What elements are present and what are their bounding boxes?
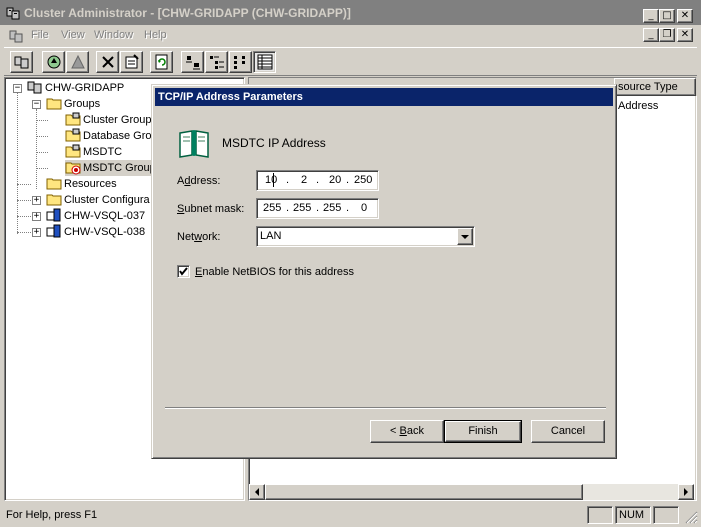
cluster-connect-icon[interactable]	[10, 51, 33, 73]
expand-groups-toggle[interactable]: −	[32, 100, 41, 109]
menu-bar: File View Window Help _ ❐ ✕	[0, 26, 701, 46]
refresh-icon[interactable]	[150, 51, 173, 73]
details-icon[interactable]	[253, 51, 276, 73]
expand-root-toggle[interactable]: −	[13, 84, 22, 93]
dialog-separator	[165, 407, 606, 409]
tree-label: Database Gro	[83, 130, 152, 142]
horizontal-scrollbar[interactable]	[249, 484, 694, 500]
cluster-icon	[27, 79, 43, 98]
doc-minimize-button[interactable]: _	[643, 28, 659, 42]
column-header-label: source Type	[618, 81, 678, 93]
column-header-resource-type[interactable]: source Type	[614, 78, 696, 96]
tree-label: MSDTC Group	[83, 162, 156, 174]
large-icons-icon[interactable]	[181, 51, 204, 73]
ip-address-field[interactable]: 10 . 2 . 20 . 250	[256, 170, 379, 191]
close-button[interactable]: ✕	[677, 9, 693, 23]
status-panel-scroll	[653, 506, 679, 524]
dialog-title[interactable]: TCP/IP Address Parameters	[155, 88, 613, 106]
ip-octet-3[interactable]: 20	[329, 174, 341, 186]
small-icons-icon[interactable]	[205, 51, 228, 73]
ip-octet-2[interactable]: 2	[301, 174, 307, 186]
tree-label-node1: CHW-VSQL-037	[64, 210, 146, 222]
tree-item-root[interactable]: CHW-GRIDAPP	[27, 80, 126, 96]
status-panel-num: NUM	[615, 506, 651, 524]
bring-online-icon[interactable]	[42, 51, 65, 73]
document-system-icon[interactable]	[8, 28, 24, 44]
tree-label-groups: Groups	[64, 98, 101, 110]
tree-label-node2: CHW-VSQL-038	[64, 226, 146, 238]
folder-icon	[46, 95, 62, 114]
window-title-bar[interactable]: Cluster Administrator - [CHW-GRIDAPP (CH…	[0, 0, 701, 26]
enable-netbios-checkbox[interactable]	[177, 265, 190, 278]
subnet-octet-2[interactable]: 255	[293, 202, 311, 214]
subnet-mask-field[interactable]: 255 . 255 . 255 . 0	[256, 198, 379, 219]
enable-netbios-label[interactable]: Enable NetBIOS for this address	[195, 266, 354, 278]
ip-address-book-icon	[178, 127, 210, 159]
tree-label-resources: Resources	[64, 178, 117, 190]
window-title: Cluster Administrator - [CHW-GRIDAPP (CH…	[24, 6, 351, 20]
network-selected-value: LAN	[260, 230, 282, 242]
tcpip-address-dialog: TCP/IP Address Parameters MSDTC IP Addre…	[151, 84, 617, 459]
subnet-octet-3[interactable]: 255	[323, 202, 341, 214]
resource-name: MSDTC IP Address	[222, 136, 326, 150]
num-indicator: NUM	[619, 509, 645, 521]
cluster-app-icon	[6, 6, 20, 20]
list-icon[interactable]	[229, 51, 252, 73]
status-panel-caps	[587, 506, 613, 524]
status-bar: For Help, press F1 NUM	[0, 504, 701, 527]
ip-octet-4[interactable]: 250	[354, 174, 372, 186]
network-label: Network:	[177, 231, 221, 243]
scroll-left-arrow-icon[interactable]	[249, 484, 265, 500]
tree-item-node-038[interactable]: CHW-VSQL-038	[46, 224, 147, 240]
ip-dot: .	[316, 202, 320, 214]
row-resource-type-value: Address	[618, 100, 659, 112]
network-select[interactable]: LAN	[256, 226, 475, 247]
expand-config-toggle[interactable]: +	[32, 196, 41, 205]
expand-node2-toggle[interactable]: +	[32, 228, 41, 237]
doc-restore-button[interactable]: ❐	[659, 28, 675, 42]
menu-file[interactable]: File	[31, 29, 49, 41]
tree-item-msdtc-group[interactable]: MSDTC Group	[65, 160, 158, 176]
tree-label-root: CHW-GRIDAPP	[45, 82, 125, 94]
server-node-icon	[46, 223, 62, 242]
tree-label: Cluster Group	[83, 114, 152, 126]
ip-dot: .	[316, 174, 320, 186]
ip-dot: .	[286, 174, 290, 186]
subnet-octet-1[interactable]: 255	[263, 202, 281, 214]
minimize-button[interactable]: _	[643, 9, 659, 23]
doc-close-button[interactable]: ✕	[677, 28, 693, 42]
address-label: Address:	[177, 175, 221, 187]
ip-dot: .	[346, 202, 350, 214]
ip-dot: .	[286, 202, 290, 214]
status-help-text: For Help, press F1	[6, 509, 98, 521]
scroll-right-arrow-icon[interactable]	[678, 484, 694, 500]
back-button[interactable]: < Back	[370, 420, 444, 443]
ip-dot: .	[346, 174, 350, 186]
subnet-mask-label: Subnet mask:	[177, 203, 245, 215]
menu-window[interactable]: Window	[94, 29, 133, 41]
properties-icon[interactable]	[120, 51, 143, 73]
text-cursor	[273, 173, 274, 187]
delete-icon[interactable]	[96, 51, 119, 73]
group-failed-icon	[65, 159, 81, 178]
resize-grip-icon[interactable]	[684, 510, 698, 524]
ip-octet-1[interactable]: 10	[265, 174, 277, 186]
maximize-button[interactable]: □	[659, 9, 675, 23]
menu-help[interactable]: Help	[144, 29, 167, 41]
dropdown-arrow-icon[interactable]	[457, 228, 473, 245]
take-offline-icon[interactable]	[66, 51, 89, 73]
finish-button-label: Finish	[445, 421, 521, 442]
toolbar	[4, 47, 697, 76]
tree-label: MSDTC	[83, 146, 123, 158]
finish-button[interactable]: Finish	[444, 420, 522, 443]
expand-node1-toggle[interactable]: +	[32, 212, 41, 221]
cancel-button[interactable]: Cancel	[531, 420, 605, 443]
subnet-octet-4[interactable]: 0	[361, 202, 367, 214]
scroll-thumb[interactable]	[265, 484, 583, 500]
tree-label-cluster-config: Cluster Configura	[64, 194, 150, 206]
menu-view[interactable]: View	[61, 29, 85, 41]
